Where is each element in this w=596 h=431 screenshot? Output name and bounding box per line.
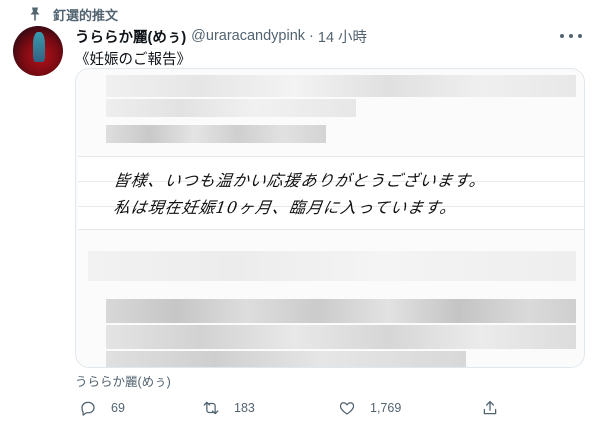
mosaic-row <box>106 299 576 323</box>
share-button[interactable] <box>481 396 513 420</box>
pin-icon <box>27 6 43 22</box>
tweet-media-image[interactable]: 皆様、いつも温かい応援ありがとうございます。 私は現在妊娠10ヶ月、臨月に入って… <box>75 68 585 368</box>
mosaic-row <box>106 125 326 143</box>
share-icon <box>483 400 497 415</box>
tweet-header: うららか麗(めぅ) @uraracandypink · 14 小時 <box>75 26 367 46</box>
handwritten-line: 皆様、いつも温かい応援ありがとうございます。 <box>112 171 488 190</box>
mosaic-row <box>106 351 466 367</box>
mosaic-row <box>106 99 356 117</box>
mosaic-row <box>88 251 576 281</box>
tweet-text: 《妊娠のご報告》 <box>75 52 191 68</box>
avatar[interactable] <box>13 26 63 76</box>
more-options-button[interactable] <box>560 28 582 44</box>
user-handle[interactable]: @uraracandypink <box>191 28 305 44</box>
photo-caption[interactable]: うららか麗(めぅ) <box>75 371 171 390</box>
more-dot-icon <box>578 34 582 38</box>
heart-icon <box>339 402 355 415</box>
tweet-timestamp[interactable]: 14 小時 <box>318 26 367 47</box>
reply-count: 69 <box>111 401 125 415</box>
more-dot-icon <box>560 34 564 38</box>
handwritten-message: 皆様、いつも温かい応援ありがとうございます。 私は現在妊娠10ヶ月、臨月に入って… <box>78 156 584 230</box>
more-dot-icon <box>569 34 573 38</box>
display-name[interactable]: うららか麗(めぅ) <box>75 26 186 47</box>
like-count: 1,769 <box>370 401 402 415</box>
mosaic-row <box>106 75 576 97</box>
retweet-count: 183 <box>234 401 255 415</box>
like-button[interactable]: 1,769 <box>338 396 401 420</box>
handwritten-line: 私は現在妊娠10ヶ月、臨月に入っています。 <box>112 198 459 217</box>
separator-dot: · <box>309 28 314 44</box>
retweet-button[interactable]: 183 <box>202 396 255 420</box>
reply-icon <box>81 401 95 416</box>
mosaic-row <box>106 325 576 349</box>
reply-button[interactable]: 69 <box>79 396 125 420</box>
pinned-indicator: 釘選的推文 <box>27 4 118 24</box>
tweet-actions: 69 183 1,769 <box>75 396 515 420</box>
pinned-label: 釘選的推文 <box>53 7 119 23</box>
retweet-icon <box>203 401 219 415</box>
